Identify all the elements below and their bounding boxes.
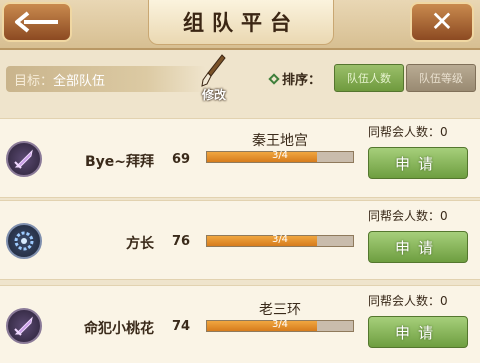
close-button[interactable]: ✕ — [410, 2, 474, 42]
purple-sword-icon — [14, 316, 33, 336]
team-class-icon — [6, 141, 42, 177]
sort-label: 排序： — [268, 69, 321, 88]
target-value: 全部队伍 — [53, 73, 106, 89]
member-count: 3/4 — [271, 319, 289, 330]
team-level: 76 — [172, 234, 191, 249]
edit-label: 修改 — [201, 88, 226, 102]
guild-member-count: 同帮会人数：0 — [368, 294, 448, 308]
blue-gear-icon — [14, 231, 34, 251]
guild-member-count: 同帮会人数：0 — [368, 125, 448, 139]
apply-button[interactable]: 申请 — [368, 316, 468, 348]
team-leader-name: Bye~拜拜 — [84, 154, 154, 170]
apply-button[interactable]: 申请 — [368, 147, 468, 179]
back-button[interactable] — [2, 2, 72, 42]
team-level: 69 — [172, 152, 191, 167]
sort-by-level-button[interactable]: 队伍等级 — [406, 64, 476, 92]
team-leader-name: 命犯小桃花 — [84, 321, 154, 337]
team-class-icon — [6, 308, 42, 344]
header-bar: 组队平台 ✕ — [0, 0, 480, 50]
member-count: 3/4 — [271, 234, 289, 245]
apply-button[interactable]: 申请 — [368, 231, 468, 263]
member-progress-bar: 3/4 — [206, 150, 354, 163]
team-row: 命犯小桃花 74 老三环 3/4 同帮会人数：0 申请 — [0, 285, 480, 363]
filter-bar: 目标： 全部队伍 修改 排序： 队伍人数 队伍等级 — [0, 54, 480, 102]
member-progress-bar: 3/4 — [206, 319, 354, 332]
purple-sword-icon — [14, 149, 33, 169]
team-dungeon: 秦王地宫 — [252, 133, 308, 149]
target-filter[interactable]: 目标： 全部队伍 — [6, 66, 206, 92]
edit-button[interactable]: 修改 — [192, 54, 236, 106]
arrow-left-icon — [15, 11, 58, 33]
guild-member-count: 同帮会人数：0 — [368, 209, 448, 223]
team-level: 74 — [172, 319, 191, 334]
team-class-icon — [6, 223, 42, 259]
sort-by-members-button[interactable]: 队伍人数 — [334, 64, 404, 92]
member-count: 3/4 — [271, 150, 289, 161]
team-dungeon: 老三环 — [259, 302, 301, 318]
team-leader-name: 方长 — [126, 236, 154, 252]
close-icon: ✕ — [430, 5, 454, 38]
brush-icon — [201, 54, 226, 87]
page-title: 组队平台 — [183, 11, 299, 35]
member-progress-bar: 3/4 — [206, 234, 354, 247]
target-label: 目标： — [14, 73, 54, 89]
title-plate: 组队平台 — [148, 0, 334, 45]
diamond-icon — [268, 72, 280, 85]
team-row: 方长 76 3/4 同帮会人数：0 申请 — [0, 200, 480, 280]
team-row: Bye~拜拜 69 秦王地宫 3/4 同帮会人数：0 申请 — [0, 118, 480, 198]
